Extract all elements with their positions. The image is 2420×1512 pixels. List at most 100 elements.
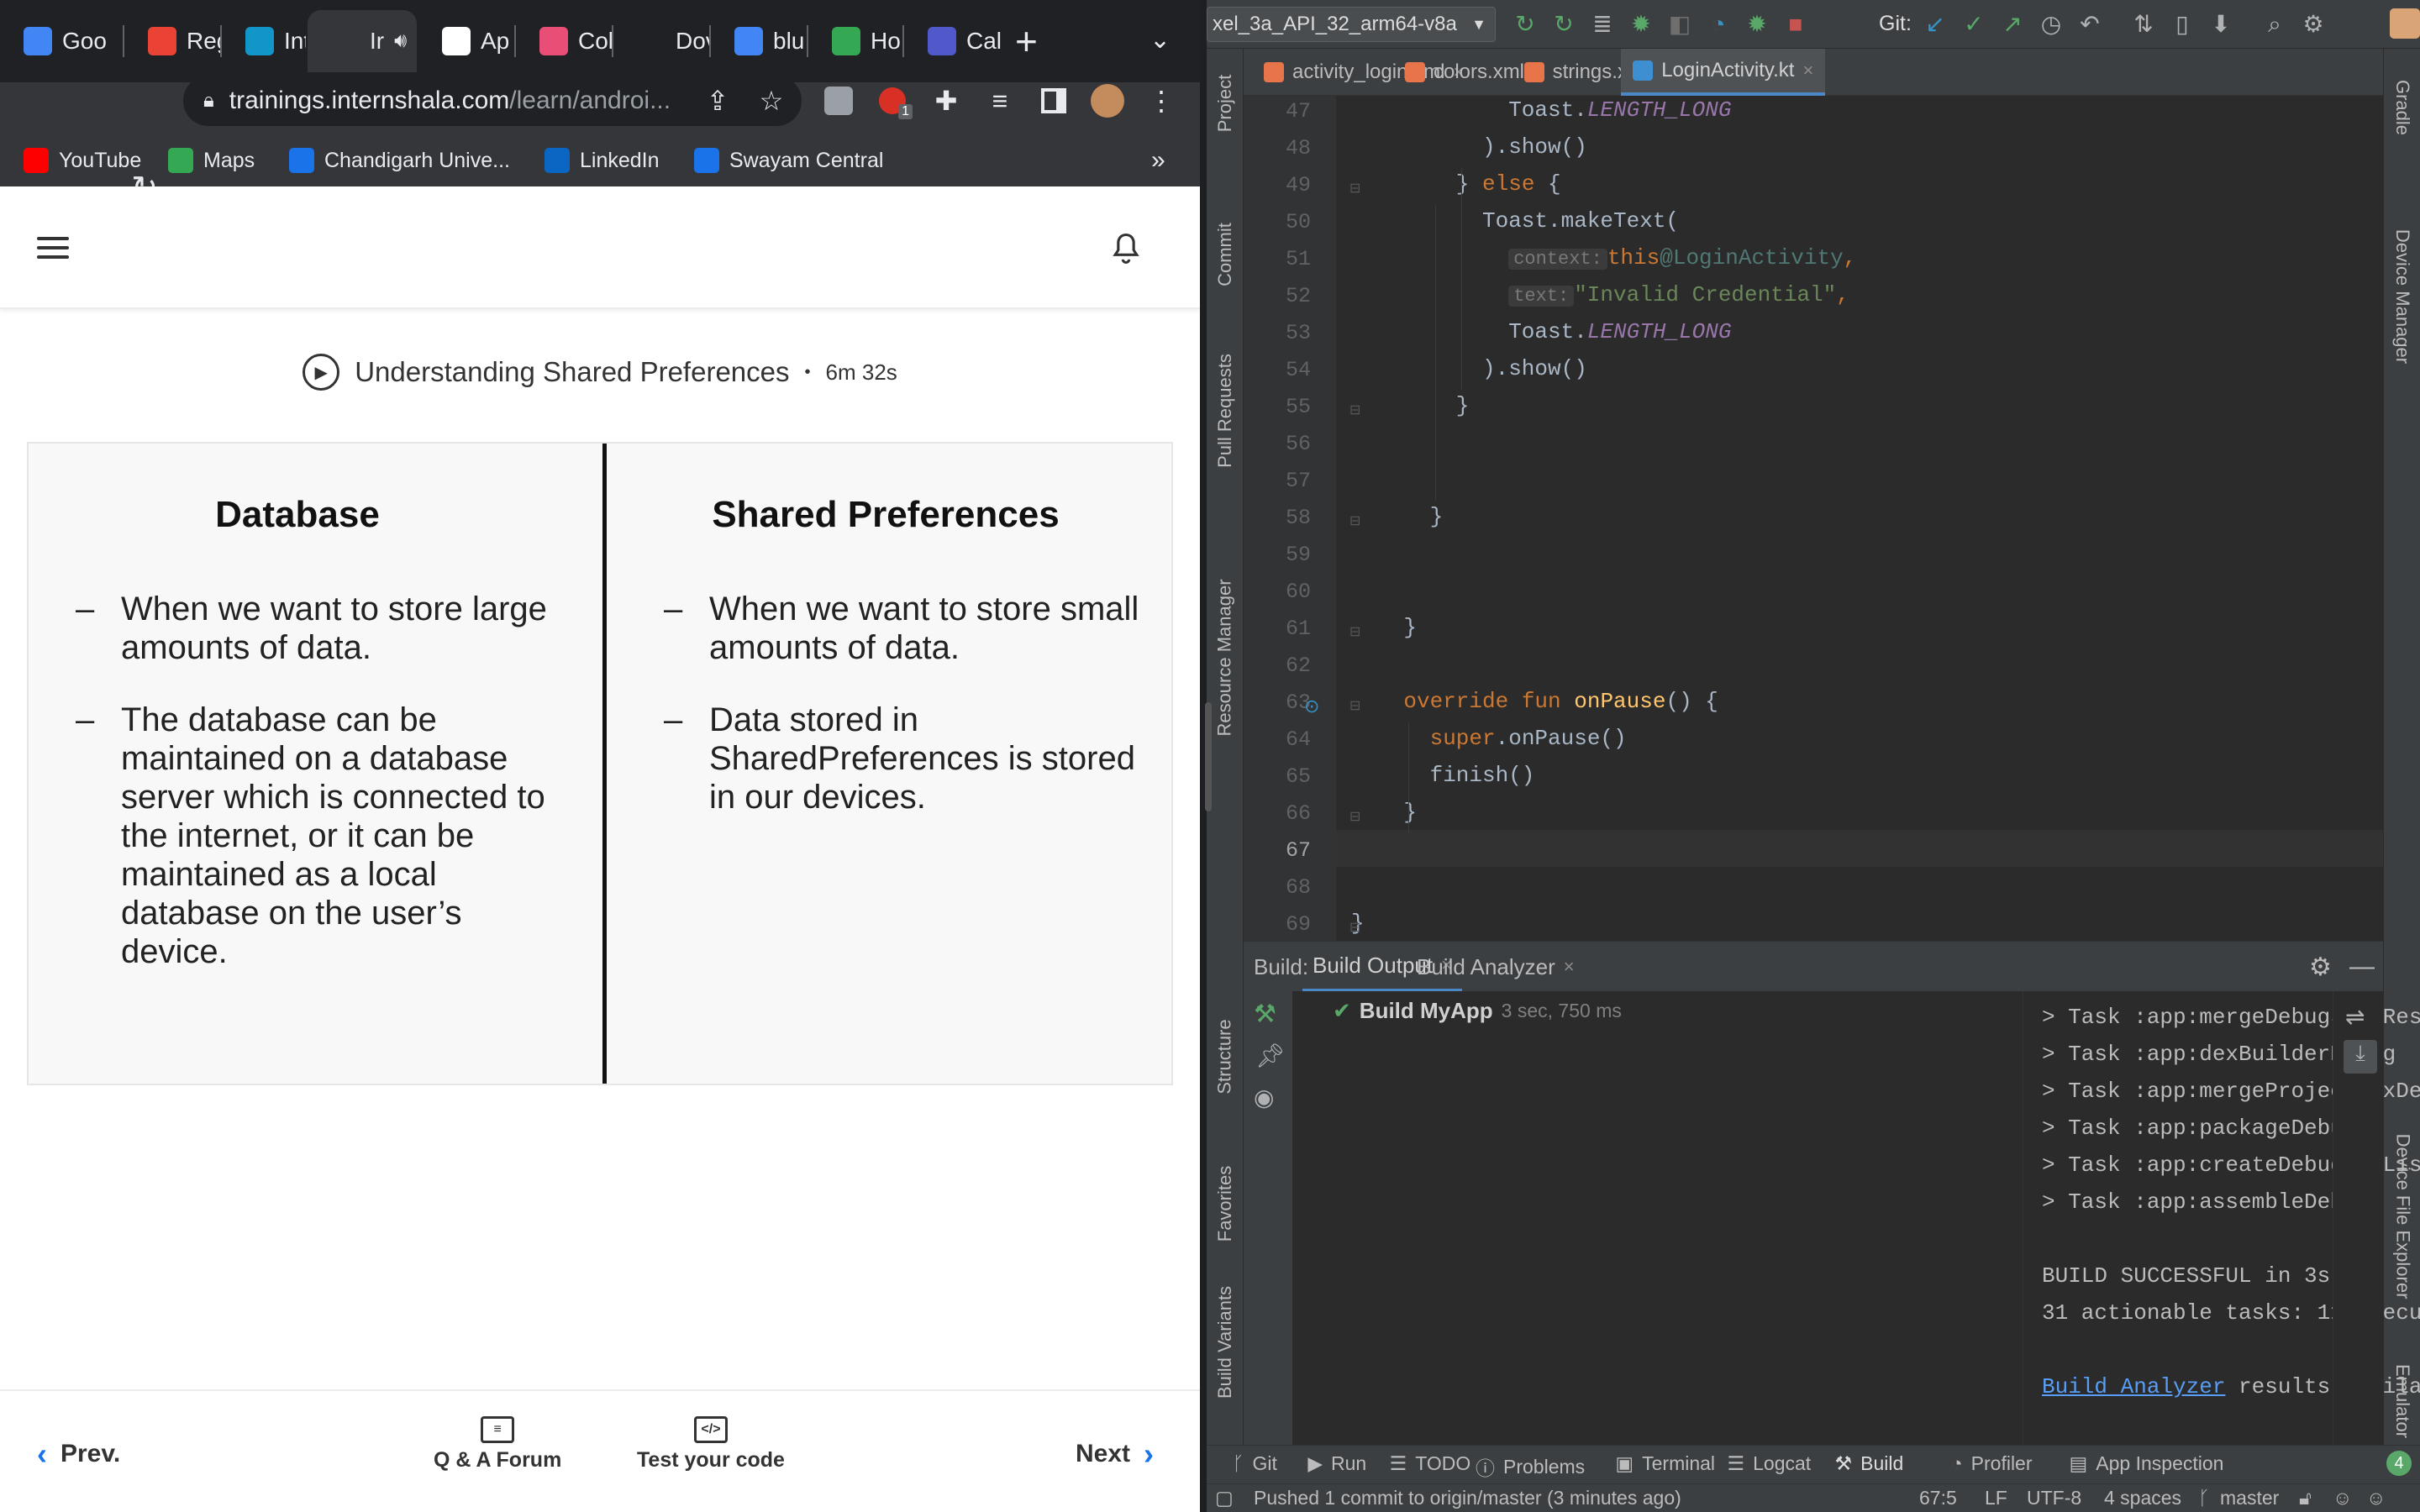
side-panel-icon[interactable] bbox=[1034, 81, 1074, 121]
feedback-icon[interactable]: ☺ bbox=[2366, 1487, 2386, 1509]
browser-tab[interactable]: Ho bbox=[808, 10, 902, 72]
bookmark-maps[interactable]: Maps bbox=[168, 148, 255, 173]
bookmark-swayam-central[interactable]: Swayam Central bbox=[694, 148, 883, 173]
tool-build[interactable]: ⚒ Build bbox=[1835, 1452, 1904, 1475]
page-scrollbar[interactable] bbox=[1205, 702, 1212, 811]
apply-changes-icon[interactable]: ↻ bbox=[1511, 10, 1539, 39]
file-encoding[interactable]: UTF-8 bbox=[2027, 1487, 2081, 1509]
cursor-position[interactable]: 67:5 bbox=[1919, 1487, 1957, 1509]
fold-marker-icon[interactable]: ⊟ bbox=[1349, 402, 1360, 418]
override-gutter-icon[interactable]: ⊙ bbox=[1304, 696, 1319, 717]
qa-forum-button[interactable]: ≡ Q & A Forum bbox=[434, 1416, 561, 1473]
tool-terminal[interactable]: ▣ Terminal bbox=[1615, 1452, 1715, 1475]
tool-pull-requests[interactable]: Pull Requests bbox=[1207, 306, 1244, 516]
stop-icon[interactable]: ■ bbox=[1781, 10, 1810, 39]
browser-tab[interactable]: blu bbox=[711, 10, 807, 72]
build-tree-item[interactable]: ✔ Build MyApp 3 sec, 750 ms bbox=[1333, 998, 1622, 1024]
status-message[interactable]: Pushed 1 commit to origin/master (3 minu… bbox=[1254, 1487, 1681, 1509]
notification-bell-icon[interactable] bbox=[1107, 230, 1144, 271]
build-output-console[interactable]: > Task :app:mergeDebugJavaResource UP-TO… bbox=[2023, 991, 2420, 1445]
close-icon[interactable]: × bbox=[1802, 60, 1813, 81]
eye-icon[interactable]: ◉ bbox=[1254, 1084, 1274, 1111]
indent-setting[interactable]: 4 spaces bbox=[2104, 1487, 2181, 1509]
run-with-coverage-icon[interactable]: ✹ bbox=[1743, 10, 1771, 39]
git-branch[interactable]: master bbox=[2220, 1487, 2279, 1509]
browser-tab[interactable]: Goo bbox=[0, 10, 123, 72]
close-icon[interactable]: × bbox=[1564, 956, 1575, 978]
tool-favorites[interactable]: Favorites bbox=[1207, 1132, 1244, 1275]
apply-code-changes-icon[interactable]: ↻ bbox=[1549, 10, 1578, 39]
editor-tab[interactable]: LoginActivity.kt × bbox=[1621, 49, 1826, 96]
fold-marker-icon[interactable]: ⊟ bbox=[1349, 919, 1360, 936]
browser-tab[interactable]: Reg bbox=[124, 10, 220, 72]
prev-button[interactable]: ‹ Prev. bbox=[37, 1436, 120, 1472]
profile-avatar[interactable] bbox=[1087, 81, 1128, 121]
soft-wrap-icon[interactable]: ⇌ bbox=[2345, 1003, 2365, 1031]
fold-marker-icon[interactable]: ⊟ bbox=[1349, 808, 1360, 825]
tool-logcat[interactable]: ☰ Logcat bbox=[1728, 1452, 1812, 1475]
git-push-icon[interactable]: ↗ bbox=[1998, 10, 2027, 39]
browser-tab[interactable]: Ir🔊︎✕ bbox=[308, 10, 417, 72]
tool-problems[interactable]: ⓘ Problems bbox=[1476, 1452, 1585, 1481]
fold-marker-icon[interactable]: ⊟ bbox=[1349, 512, 1360, 529]
browser-tab[interactable]: Cal bbox=[904, 10, 1005, 72]
settings-gear-icon[interactable]: ⚙ bbox=[2299, 10, 2328, 39]
tool-device-manager[interactable]: Device Manager bbox=[2384, 175, 2420, 418]
extension-adblock-icon[interactable]: 1 bbox=[872, 81, 913, 121]
build-analyzer-link[interactable]: Build Analyzer bbox=[2042, 1374, 2225, 1399]
settings-gear-icon[interactable]: ⚙ bbox=[2309, 942, 2332, 992]
history-icon[interactable]: ◷ bbox=[2037, 10, 2065, 39]
hamburger-menu-icon[interactable] bbox=[37, 237, 69, 259]
test-code-button[interactable]: </> Test your code bbox=[637, 1416, 785, 1473]
fold-marker-icon[interactable]: ⊟ bbox=[1349, 180, 1360, 197]
share-icon[interactable]: ⇪ bbox=[697, 81, 738, 121]
device-selector[interactable]: xel_3a_API_32_arm64-v8a ▼ bbox=[1207, 7, 1496, 42]
tab-search-icon[interactable]: ⌄ bbox=[1150, 25, 1171, 55]
tool-run[interactable]: ▶ Run bbox=[1307, 1452, 1366, 1475]
debug-icon[interactable]: ✹ bbox=[1627, 10, 1655, 39]
smiley-icon[interactable]: ☺ bbox=[2333, 1487, 2352, 1509]
device-manager-icon[interactable]: ▯ bbox=[2168, 10, 2196, 39]
sdk-manager-icon[interactable]: ⬇ bbox=[2207, 10, 2235, 39]
tool-resource-manager[interactable]: Resource Manager bbox=[1207, 536, 1244, 780]
tool-project[interactable]: Project bbox=[1207, 49, 1244, 158]
new-tab-button[interactable]: + bbox=[1015, 20, 1038, 62]
git-update-icon[interactable]: ↙ bbox=[1921, 10, 1949, 39]
search-icon[interactable]: ⌕ bbox=[2260, 10, 2289, 39]
browser-tab[interactable]: Dov bbox=[613, 10, 709, 72]
fold-marker-icon[interactable]: ⊟ bbox=[1349, 623, 1360, 640]
minimize-icon[interactable]: — bbox=[2349, 942, 2375, 992]
browser-tab[interactable]: Ap bbox=[418, 10, 514, 72]
sync-icon[interactable]: ≣ bbox=[1588, 10, 1617, 39]
media-control-icon[interactable]: ≡ bbox=[980, 81, 1020, 121]
tab-build-analyzer[interactable]: Build Analyzer × bbox=[1407, 942, 1585, 992]
tool-profiler[interactable]: ◔ Profiler bbox=[1951, 1452, 2033, 1475]
bookmark-star-icon[interactable]: ☆ bbox=[751, 81, 792, 121]
line-separator[interactable]: LF bbox=[1985, 1487, 2007, 1509]
git-commit-icon[interactable]: ✓ bbox=[1960, 10, 1988, 39]
status-icon[interactable]: ▢ bbox=[1215, 1487, 1234, 1509]
tool-git[interactable]: ᚴ Git bbox=[1233, 1452, 1277, 1475]
tool-app-inspection[interactable]: ▤ App Inspection bbox=[2070, 1452, 2224, 1475]
profile-icon[interactable]: ◔ bbox=[1704, 10, 1733, 39]
gradle-sync-icon[interactable]: ⇅ bbox=[2129, 10, 2158, 39]
bookmark-youtube[interactable]: YouTube bbox=[24, 148, 141, 173]
extension-ghost-icon[interactable] bbox=[818, 81, 859, 121]
bookmarks-overflow-icon[interactable]: » bbox=[1151, 146, 1165, 175]
tool-build-variants[interactable]: Build Variants bbox=[1207, 1258, 1244, 1426]
rollback-icon[interactable]: ↶ bbox=[2075, 10, 2104, 39]
pin-icon[interactable]: 📌︎ bbox=[1255, 1042, 1286, 1069]
build-hammer-icon[interactable]: ⚒ bbox=[1254, 1000, 1276, 1029]
tool-todo[interactable]: ☰ TODO bbox=[1390, 1452, 1471, 1475]
bookmark-chandigarh-unive[interactable]: Chandigarh Unive... bbox=[289, 148, 510, 173]
browser-tab[interactable]: Inte bbox=[222, 10, 306, 72]
lock-icon[interactable]: 🔓︎ bbox=[2299, 1487, 2312, 1509]
next-button[interactable]: Next › bbox=[1076, 1436, 1154, 1472]
extensions-puzzle-icon[interactable]: ✚ bbox=[926, 81, 966, 121]
event-log-badge[interactable]: 4 bbox=[2386, 1451, 2412, 1476]
tool-structure[interactable]: Structure bbox=[1207, 981, 1244, 1132]
tool-gradle[interactable]: Gradle bbox=[2384, 49, 2420, 166]
browser-tab[interactable]: Col bbox=[516, 10, 612, 72]
attach-debugger-icon[interactable]: ◧ bbox=[1665, 10, 1694, 39]
fold-marker-icon[interactable]: ⊟ bbox=[1349, 697, 1360, 714]
